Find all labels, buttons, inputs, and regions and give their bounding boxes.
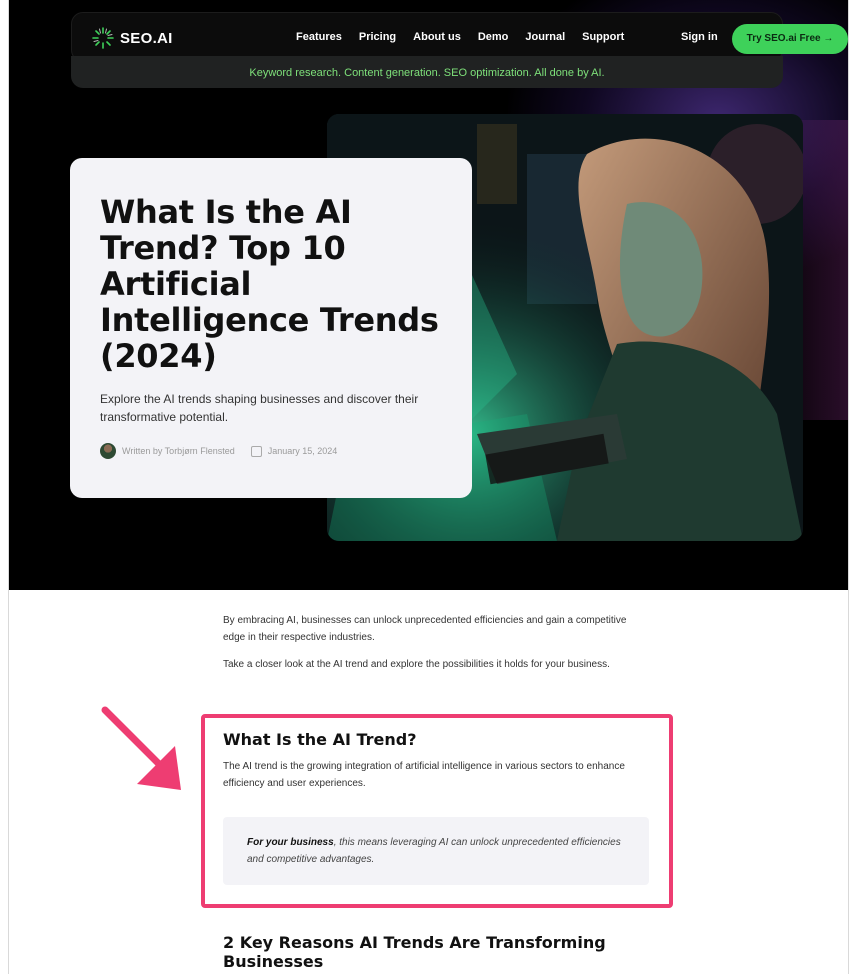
hero-card: What Is the AI Trend? Top 10 Artificial … bbox=[70, 158, 472, 498]
nav-link-support[interactable]: Support bbox=[582, 31, 624, 43]
sign-in-link[interactable]: Sign in bbox=[681, 31, 718, 43]
arrow-annotation-icon bbox=[101, 706, 181, 790]
callout-bold: For your business bbox=[247, 837, 334, 848]
business-callout: For your business, this means leveraging… bbox=[223, 817, 649, 885]
nav-link-pricing[interactable]: Pricing bbox=[359, 31, 396, 43]
page-frame: SEO.AI Features Pricing About us Demo Jo… bbox=[8, 0, 849, 974]
intro-paragraph: By embracing AI, businesses can unlock u… bbox=[223, 615, 627, 643]
nav-link-demo[interactable]: Demo bbox=[478, 31, 509, 43]
calendar-icon bbox=[250, 445, 262, 457]
publish-date: January 15, 2024 bbox=[267, 446, 338, 456]
nav-links: Features Pricing About us Demo Journal S… bbox=[296, 31, 624, 43]
article-meta: Written by Torbjørn Flensted January 15,… bbox=[100, 443, 337, 459]
top-nav: SEO.AI Features Pricing About us Demo Jo… bbox=[71, 12, 848, 62]
intro-paragraph: Take a closer look at the AI trend and e… bbox=[223, 659, 610, 670]
nav-link-features[interactable]: Features bbox=[296, 31, 342, 43]
nav-link-about[interactable]: About us bbox=[413, 31, 461, 43]
logo-burst-icon bbox=[92, 27, 114, 49]
section-text: The AI trend is the growing integration … bbox=[223, 761, 625, 789]
next-section-heading: 2 Key Reasons AI Trends Are Transforming… bbox=[223, 933, 606, 971]
article-intro: By embracing AI, businesses can unlock u… bbox=[223, 612, 643, 683]
page-subtitle: Explore the AI trends shaping businesses… bbox=[100, 392, 419, 424]
tagline-bar: Keyword research. Content generation. SE… bbox=[71, 56, 783, 88]
logo-text: SEO.AI bbox=[120, 29, 173, 47]
nav-link-journal[interactable]: Journal bbox=[525, 31, 565, 43]
logo[interactable]: SEO.AI bbox=[92, 27, 173, 49]
try-free-button[interactable]: Try SEO.ai Free → bbox=[732, 24, 848, 54]
section-heading: What Is the AI Trend? bbox=[223, 730, 417, 749]
avatar bbox=[100, 443, 116, 459]
page-title: What Is the AI Trend? Top 10 Artificial … bbox=[100, 193, 439, 375]
author-name[interactable]: Written by Torbjørn Flensted bbox=[122, 446, 235, 456]
